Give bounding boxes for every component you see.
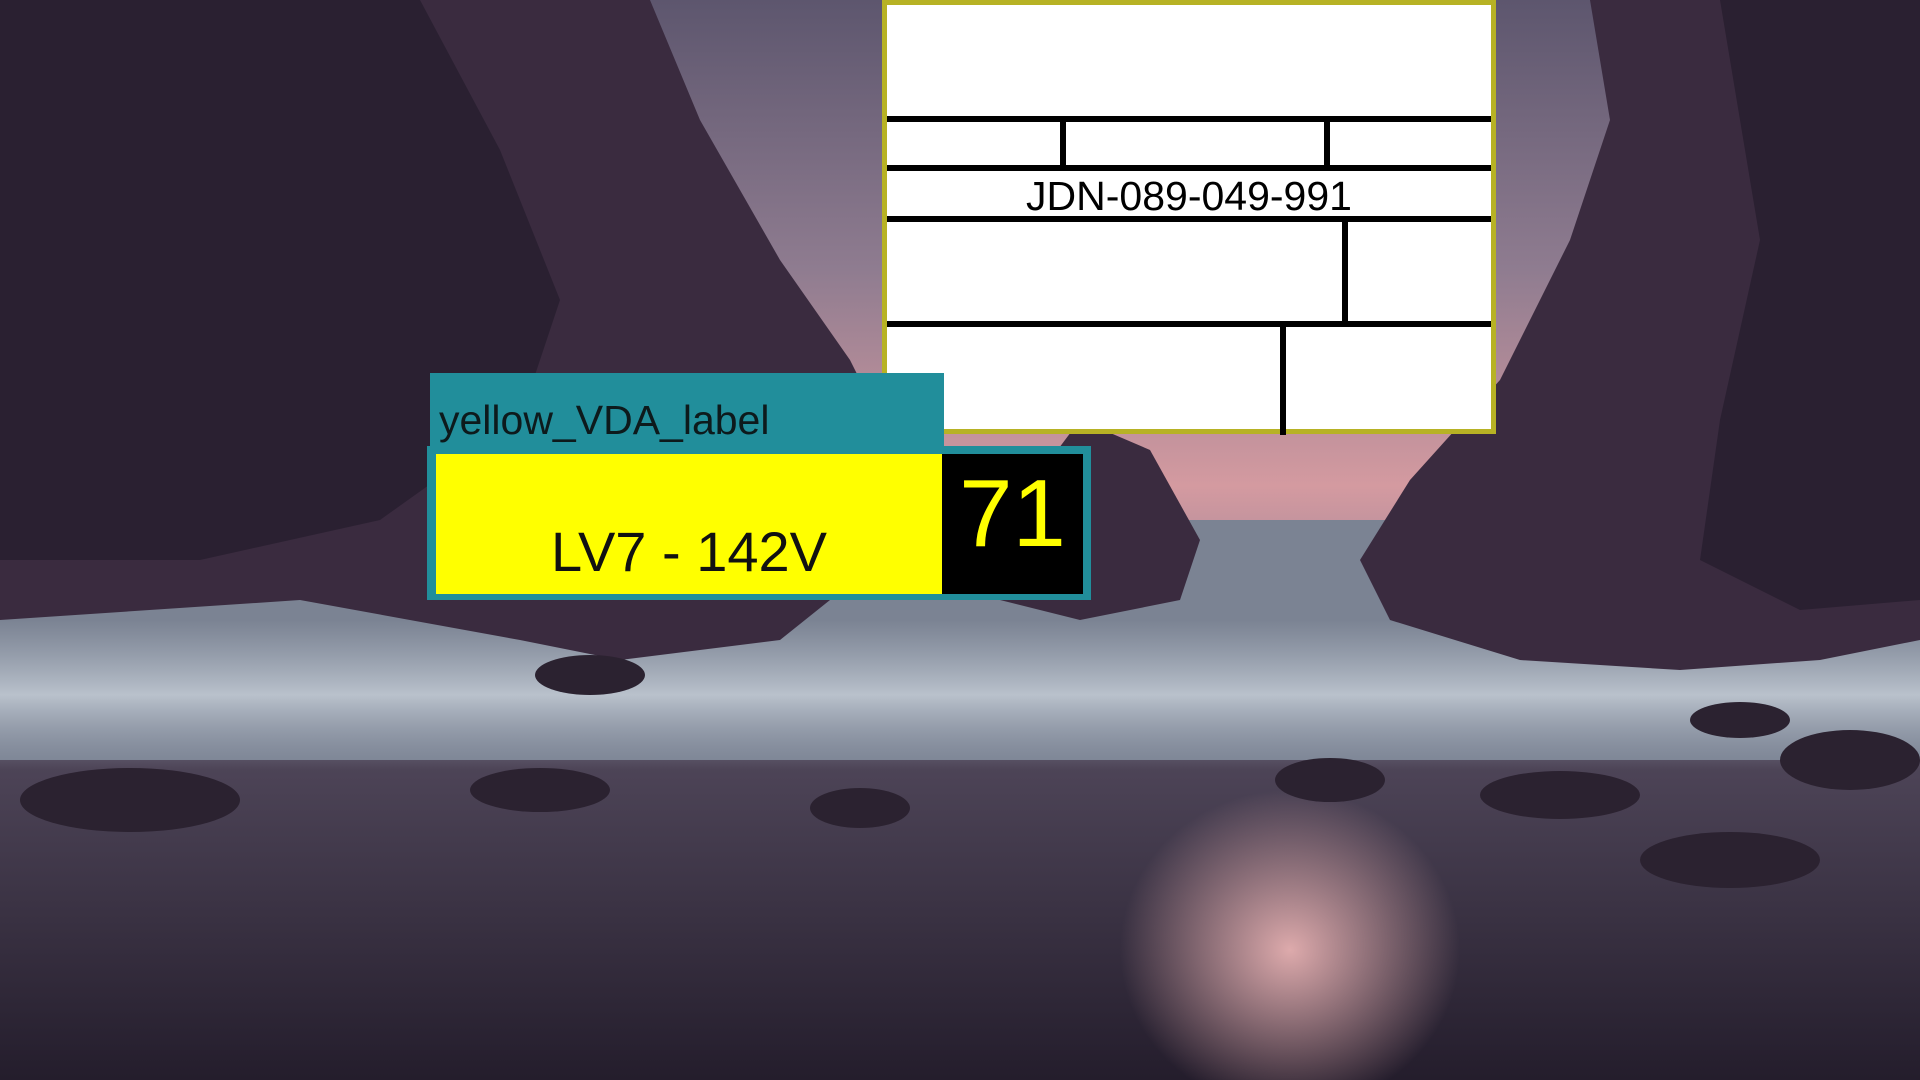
yellow-vda-label[interactable]: LV7 - 142V 71 [427,446,1091,600]
vda-label-text-area: LV7 - 142V [436,454,942,594]
vda-label-number-area: 71 [942,454,1083,594]
cell-divider [1060,116,1066,171]
vda-label-tag-text: yellow_VDA_label [439,397,770,443]
vda-label-tag[interactable]: yellow_VDA_label [430,373,944,447]
cell-divider [1324,116,1330,171]
document-code: JDN-089-049-991 [1026,173,1352,219]
vda-label-number: 71 [959,460,1066,567]
row-divider [887,116,1491,122]
shipping-document-label[interactable]: JDN-089-049-991 [882,0,1496,435]
cell-divider [1342,216,1348,327]
row-divider [887,321,1491,327]
cell-divider [1280,321,1286,435]
vda-label-text: LV7 - 142V [550,520,828,583]
